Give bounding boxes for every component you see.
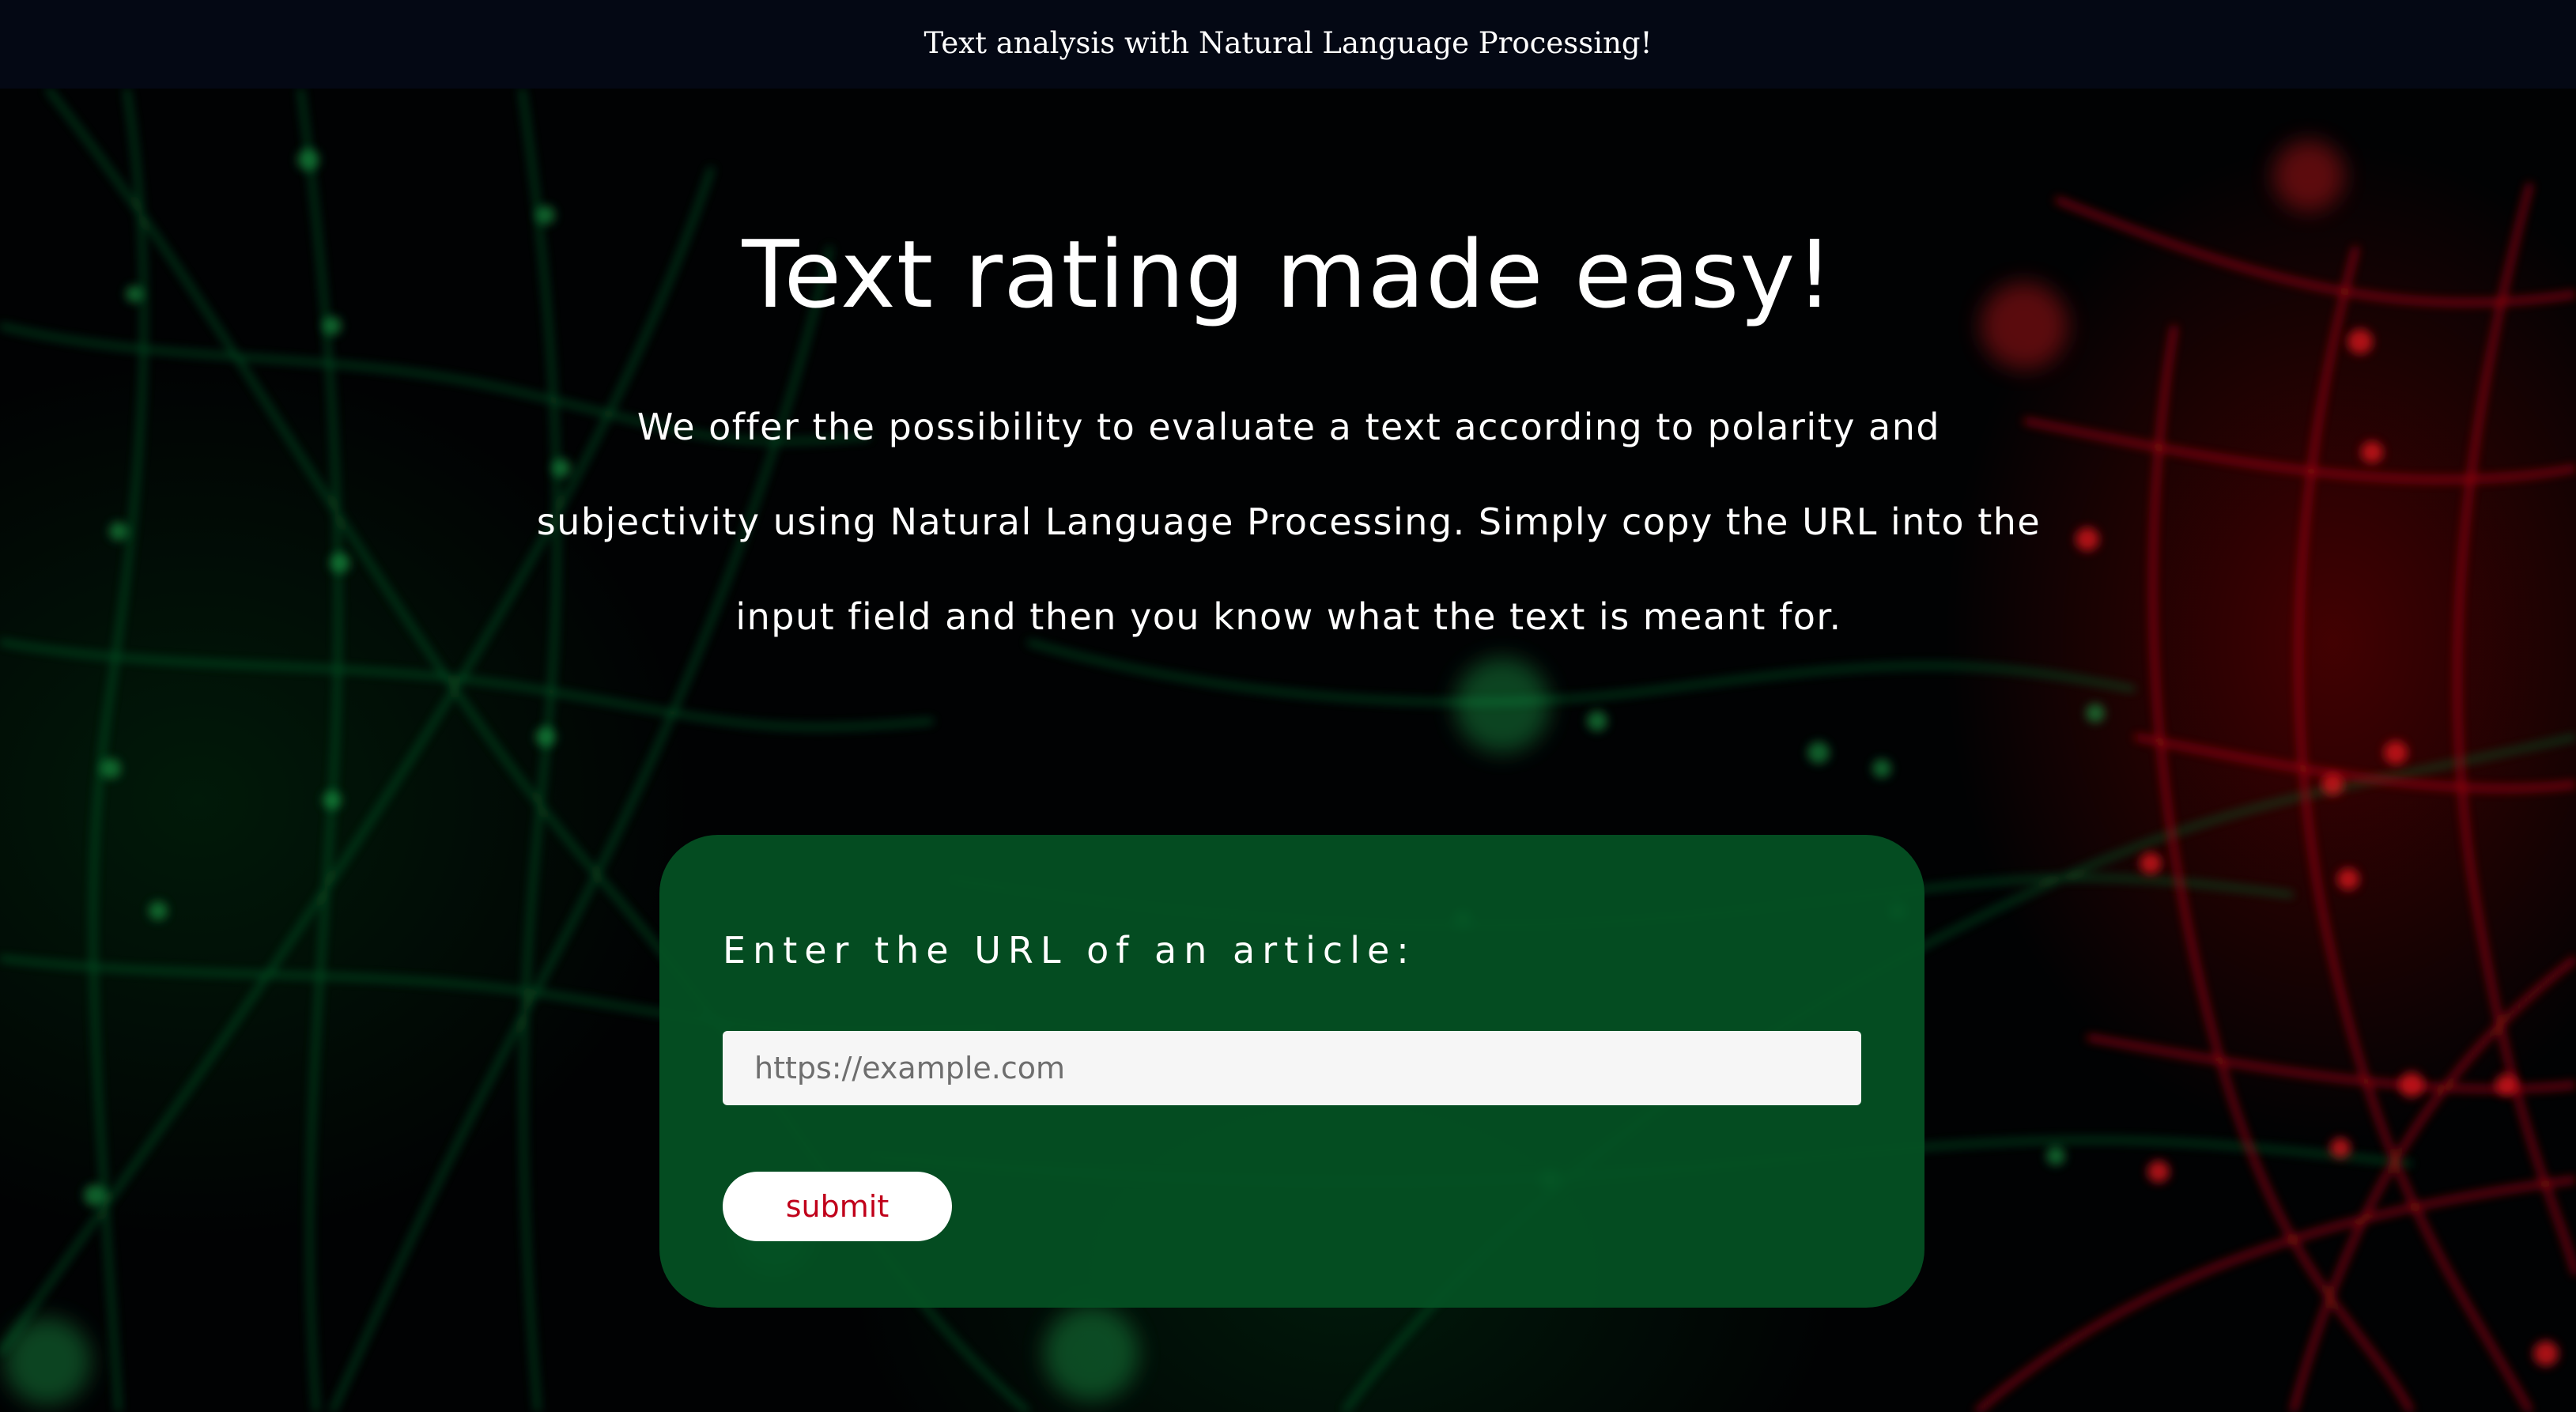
url-input[interactable] (723, 1031, 1861, 1105)
hero-description: We offer the possibility to evaluate a t… (536, 406, 2042, 638)
url-form-card: Enter the URL of an article: submit (659, 835, 1924, 1308)
hero-section: Text rating made easy! We offer the poss… (0, 89, 2576, 1412)
hero-headline: Text rating made easy! (742, 220, 1834, 329)
submit-button[interactable]: submit (723, 1172, 952, 1241)
url-input-label: Enter the URL of an article: (723, 929, 1416, 972)
top-bar: Text analysis with Natural Language Proc… (0, 0, 2576, 89)
site-title: Text analysis with Natural Language Proc… (924, 26, 1652, 60)
